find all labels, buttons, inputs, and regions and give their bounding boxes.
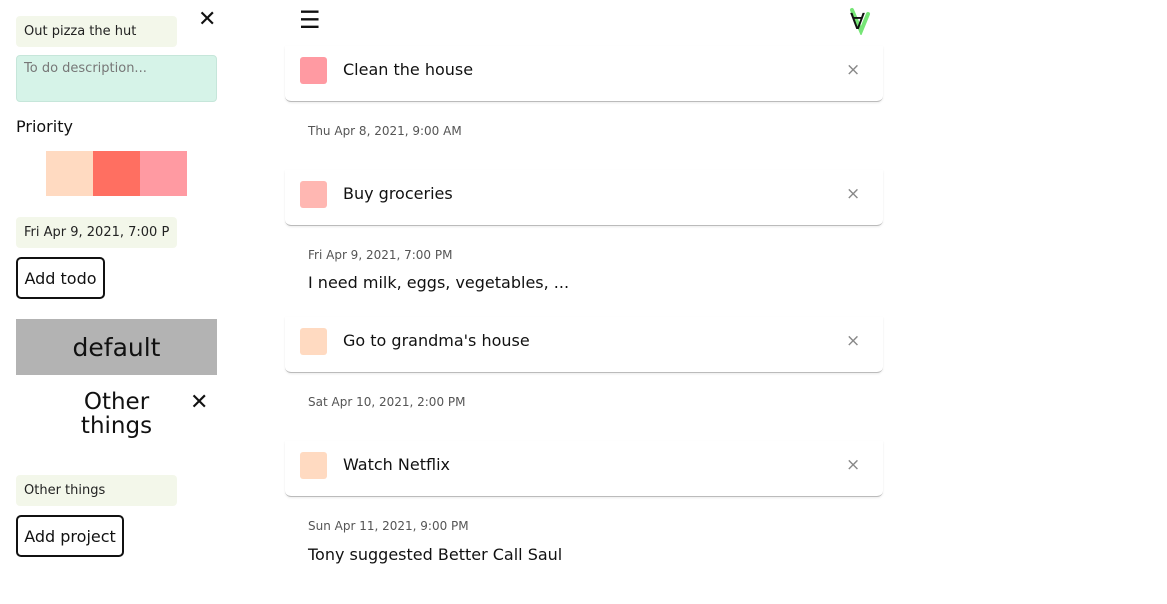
priority-label: Priority [16, 117, 73, 136]
delete-todo-icon[interactable]: × [846, 184, 860, 204]
todo-card[interactable]: Go to grandma's house × [285, 317, 883, 373]
add-project-button[interactable]: Add project [16, 515, 124, 557]
close-form-icon[interactable]: ✕ [198, 9, 216, 31]
todo-title: Go to grandma's house [343, 331, 530, 350]
todo-card[interactable]: Clean the house × [285, 46, 883, 102]
todo-card[interactable]: Watch Netflix × [285, 441, 883, 497]
priority-swatch-low[interactable] [46, 151, 93, 196]
todo-due-date: Sat Apr 10, 2021, 2:00 PM [308, 395, 466, 409]
svg-text:∀: ∀ [850, 10, 865, 35]
logo-icon: ∀ [849, 5, 875, 37]
project-item-default[interactable]: default [16, 319, 217, 375]
todo-description: I need milk, eggs, vegetables, ... [308, 273, 570, 292]
delete-todo-icon[interactable]: × [846, 331, 860, 351]
project-label: default [72, 332, 161, 362]
project-item-other-things[interactable]: Other things [56, 390, 177, 438]
add-todo-button[interactable]: Add todo [16, 257, 105, 299]
remove-project-icon[interactable]: ✕ [190, 392, 208, 414]
todo-title: Buy groceries [343, 184, 453, 203]
priority-indicator [300, 328, 327, 355]
delete-todo-icon[interactable]: × [846, 455, 860, 475]
todo-due-date: Fri Apr 9, 2021, 7:00 PM [308, 248, 453, 262]
todo-title: Watch Netflix [343, 455, 450, 474]
todo-card[interactable]: Buy groceries × [285, 170, 883, 226]
new-project-input[interactable] [16, 475, 177, 506]
todo-title: Clean the house [343, 60, 474, 79]
delete-todo-icon[interactable]: × [846, 60, 860, 80]
priority-indicator [300, 452, 327, 479]
todo-due-date: Thu Apr 8, 2021, 9:00 AM [308, 124, 462, 138]
priority-indicator [300, 181, 327, 208]
priority-picker [46, 151, 187, 196]
todo-description: Tony suggested Better Call Saul [308, 545, 563, 564]
priority-indicator [300, 57, 327, 84]
todo-description-input[interactable] [16, 55, 217, 102]
todo-due-date: Sun Apr 11, 2021, 9:00 PM [308, 519, 469, 533]
priority-swatch-medium[interactable] [140, 151, 187, 196]
due-date-input[interactable] [16, 217, 177, 248]
menu-icon[interactable]: ☰ [299, 6, 321, 34]
project-label: Other things [80, 389, 153, 439]
todo-title-input[interactable] [16, 16, 177, 47]
priority-swatch-high[interactable] [93, 151, 140, 196]
